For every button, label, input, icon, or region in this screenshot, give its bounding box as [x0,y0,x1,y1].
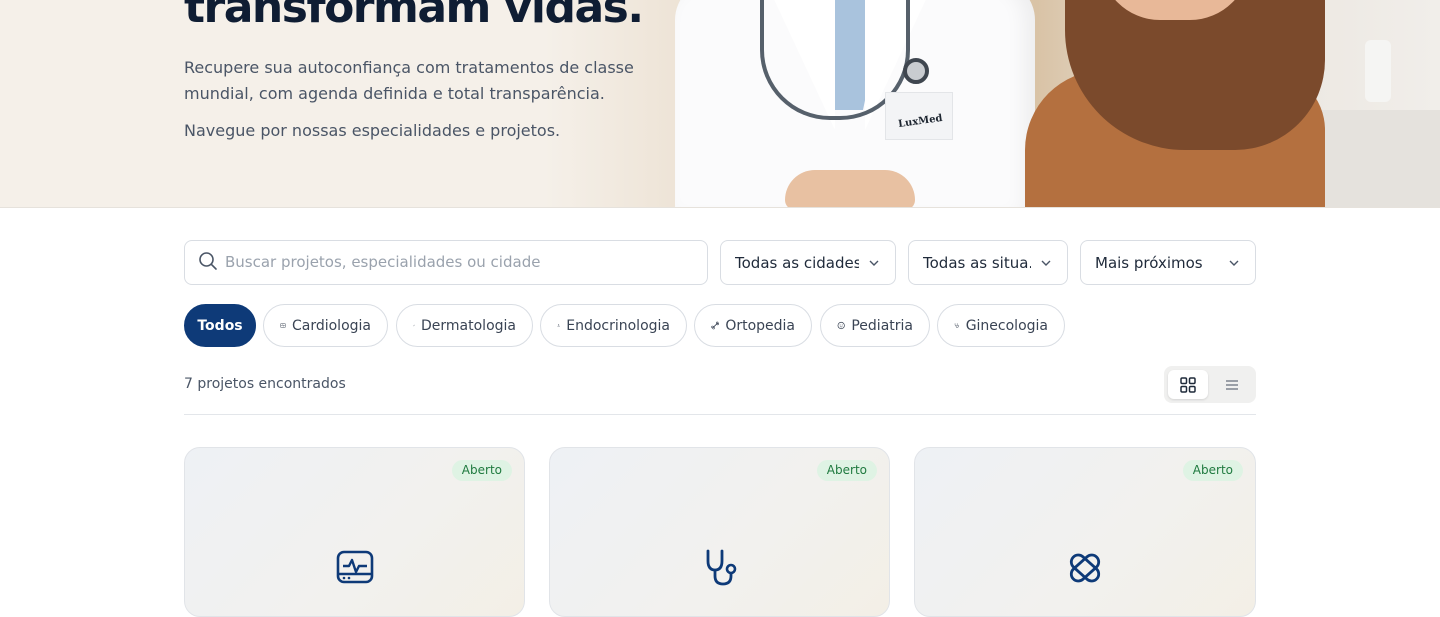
city-select-value: Todas as cidades [735,253,859,272]
chip-label: Pediatria [851,317,913,334]
bottle [1365,40,1391,102]
sort-select[interactable]: Mais próximos [1080,240,1256,285]
project-card[interactable]: Aberto [549,447,890,617]
project-card[interactable]: Aberto [914,447,1256,617]
doctor-hands [785,170,915,207]
chevron-down-icon [869,260,879,266]
hero-banner: LuxMed transformam vidas. Recupere sua a… [0,0,1440,208]
hero-nav-text: Navegue por nossas especialidades e proj… [184,121,561,140]
chip-label: Ginecologia [965,317,1048,334]
chip-dermatologia[interactable]: Dermatologia [396,304,533,347]
chip-pediatria[interactable]: Pediatria [820,304,930,347]
chip-label: Todos [197,317,243,334]
chip-cardiologia[interactable]: Cardiologia [263,304,388,347]
bandage-icon [1069,553,1101,583]
stethoscope-icon [706,549,736,586]
chip-ortopedia[interactable]: Ortopedia [694,304,812,347]
chevron-down-icon [1041,260,1051,266]
results-count: 7 projetos encontrados [184,376,346,392]
search-input[interactable] [225,250,685,274]
list-view-button[interactable] [1212,370,1252,399]
status-badge: Aberto [451,460,512,481]
hero-photo-doctor-patient: LuxMed [545,0,1440,207]
chip-ginecologia[interactable]: Ginecologia [937,304,1065,347]
chip-endocrinologia[interactable]: Endocrinologia [540,304,687,347]
chevron-down-icon [1229,260,1239,266]
chip-label: Dermatologia [421,317,516,334]
chip-todos[interactable]: Todos [184,304,256,347]
sort-select-value: Mais próximos [1095,253,1203,272]
project-card[interactable]: Aberto [184,447,525,617]
status-badge: Aberto [816,460,877,481]
bandage-icon [413,324,415,327]
stethoscope-icon [954,323,960,328]
results-divider [184,414,1256,415]
city-select[interactable]: Todas as cidades [720,240,896,285]
flask-icon [557,324,560,327]
chip-label: Ortopedia [725,317,795,334]
hero-subtitle: Recupere sua autoconfiança com tratament… [184,58,634,103]
grid-icon [1180,376,1196,393]
grid-view-button[interactable] [1168,370,1208,399]
chip-label: Cardiologia [291,317,371,334]
monitor-heart-icon [336,550,373,584]
baby-face-icon [837,321,845,330]
chip-label: Endocrinologia [566,317,670,334]
status-select-value: Todas as situa... [923,253,1031,272]
stethoscope-bell [903,58,929,84]
status-badge: Aberto [1182,460,1243,481]
list-icon [1226,379,1238,390]
search-icon [199,252,217,270]
view-toggle [1164,366,1256,403]
monitor-heart-icon [280,323,286,328]
status-select[interactable]: Todas as situa... [908,240,1068,285]
hero-title: transformam vidas. [184,0,644,33]
bone-icon [711,321,720,330]
